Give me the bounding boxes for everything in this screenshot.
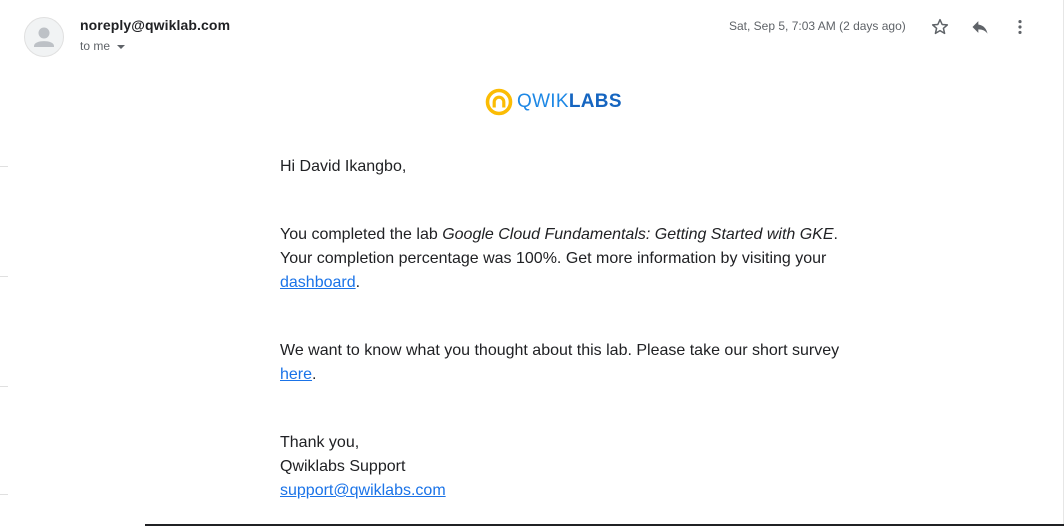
survey-text: We want to know what you thought about t… — [280, 342, 840, 359]
lab-name: Google Cloud Fundamentals: Getting Start… — [442, 226, 834, 243]
star-button[interactable] — [928, 15, 952, 39]
qwiklabs-logo: QWIKLABS — [485, 88, 622, 116]
logo-text-bold: LABS — [568, 91, 622, 112]
survey-text: . — [312, 366, 317, 383]
completion-text: You completed the lab — [280, 226, 443, 243]
support-email-link[interactable]: support@qwiklabs.com — [280, 482, 446, 499]
more-vertical-icon — [1018, 20, 1022, 34]
email-date: Sat, Sep 5, 7:03 AM (2 days ago) — [729, 19, 906, 33]
survey-link[interactable]: here — [280, 366, 312, 383]
edge-divider — [0, 276, 8, 277]
edge-divider — [0, 166, 8, 167]
completion-text: . — [355, 274, 361, 291]
signoff: Thank you, — [280, 434, 360, 451]
edge-divider — [0, 386, 8, 387]
caret-down-icon — [117, 44, 126, 49]
person-avatar-icon[interactable] — [24, 17, 64, 57]
star-icon — [931, 18, 949, 35]
reply-icon — [972, 21, 988, 34]
reply-button[interactable] — [968, 15, 992, 39]
email-view: noreply@qwiklab.com to me Sat, Sep 5, 7:… — [0, 0, 1064, 526]
more-options-button[interactable] — [1008, 15, 1032, 39]
edge-divider — [0, 494, 8, 495]
sender-email[interactable]: noreply@qwiklab.com — [80, 17, 230, 33]
recipient-label: to me — [80, 39, 111, 53]
greeting: Hi David Ikangbo, — [280, 158, 407, 175]
survey-paragraph: We want to know what you thought about t… — [280, 339, 840, 387]
email-body: Hi David Ikangbo, You completed the lab … — [280, 155, 840, 503]
completion-paragraph: You completed the lab Google Cloud Funda… — [280, 223, 840, 295]
dashboard-link[interactable]: dashboard — [280, 274, 356, 291]
signature: Qwiklabs Support — [280, 458, 406, 475]
logo-text-light: QWIK — [517, 91, 569, 112]
qwiklabs-logo-icon — [485, 88, 513, 116]
logo-text: QWIKLABS — [517, 88, 622, 116]
recipient-details-toggle[interactable]: to me — [80, 39, 126, 53]
